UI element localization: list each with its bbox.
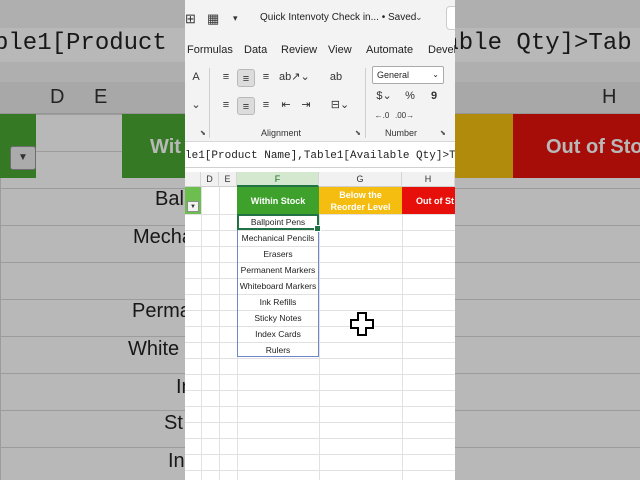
decrease-indent-icon[interactable]: ⇤ — [277, 96, 295, 114]
alignment-dialog-launcher-icon[interactable]: ⬊ — [355, 129, 361, 137]
formula-bar[interactable]: le1[Product Name],Table1[Available Qty]>… — [185, 146, 455, 168]
column-header-f[interactable]: F — [237, 172, 319, 187]
gridline — [185, 342, 455, 343]
increase-indent-icon[interactable]: ⇥ — [297, 96, 315, 114]
align-center-icon[interactable]: ≡ — [237, 97, 255, 115]
filter-dropdown-icon[interactable]: ▼ — [187, 201, 199, 212]
cell-select-cursor-icon — [350, 312, 374, 336]
gridline — [185, 438, 455, 439]
ribbon-tabs: Formulas Data Review View Automate Devel — [185, 38, 455, 62]
column-header-d[interactable]: D — [201, 172, 219, 187]
decrease-decimal-icon[interactable]: .00→ — [395, 107, 414, 125]
video-frame: ble1[Product lable Qty]>Tab D E H ▼ Wit … — [0, 0, 640, 480]
tab-view[interactable]: View — [328, 44, 352, 56]
font-size-increase-icon[interactable]: A — [187, 68, 205, 86]
column-headers: D E F G H — [185, 172, 455, 187]
gridline — [185, 262, 455, 263]
grid-icon[interactable]: ⊞ — [185, 11, 196, 27]
list-item[interactable]: Erasers — [237, 246, 319, 262]
column-header-h[interactable]: H — [402, 172, 455, 187]
align-middle-icon[interactable]: ≡ — [237, 69, 255, 87]
align-left-icon[interactable]: ≡ — [217, 96, 235, 114]
chevron-down-icon: ⌄ — [432, 70, 439, 79]
number-format-select[interactable]: General ⌄ — [372, 66, 444, 84]
wrap-text-icon[interactable]: ab — [327, 68, 345, 86]
list-item[interactable]: Whiteboard Markers — [237, 278, 319, 294]
gridline — [185, 246, 455, 247]
list-item[interactable]: Mechanical Pencils — [237, 230, 319, 246]
list-item[interactable]: Sticky Notes — [237, 310, 319, 326]
alignment-group-label: Alignment — [261, 128, 302, 138]
customize-toolbar-icon[interactable]: ▾ — [233, 13, 238, 24]
column-header-g[interactable]: G — [319, 172, 402, 187]
align-top-icon[interactable]: ≡ — [217, 68, 235, 86]
currency-format-icon[interactable]: $⌄ — [373, 87, 395, 105]
bg-dim-right — [455, 0, 640, 480]
tab-formulas[interactable]: Formulas — [187, 44, 233, 56]
list-item-selected[interactable]: Ballpoint Pens — [237, 214, 321, 232]
column-header-partial[interactable] — [185, 172, 201, 187]
excel-app-icon[interactable]: ▦ — [207, 11, 219, 27]
ribbon-separator — [209, 68, 210, 138]
below-reorder-header[interactable]: Below the Reorder Level — [319, 187, 402, 214]
workbook-title[interactable]: Quick Intenvoty Check in... • Saved — [260, 12, 416, 23]
orientation-icon[interactable]: ab↗⌄ — [279, 68, 310, 86]
tab-data[interactable]: Data — [244, 44, 267, 56]
ribbon: A ⌄ ≡ ≡ ≡ ab↗⌄ ≡ ≡ ≡ ⇤ ⇥ ab ⊟⌄ Alignment… — [185, 62, 455, 142]
number-group-label: Number — [385, 128, 418, 138]
gridline — [185, 470, 455, 471]
font-dialog-launcher-icon[interactable]: ⬊ — [200, 129, 206, 137]
out-of-stock-header[interactable]: Out of St — [402, 187, 455, 214]
gridline — [185, 294, 455, 295]
gridline — [185, 278, 455, 279]
tab-review[interactable]: Review — [281, 44, 317, 56]
gridline — [185, 406, 455, 407]
worksheet-grid[interactable]: ▼ Within Stock Below the Reorder Level O… — [185, 187, 455, 480]
partial-header-cell[interactable]: ▼ — [185, 187, 201, 214]
within-stock-header[interactable]: Within Stock — [237, 187, 319, 214]
gridline — [185, 214, 455, 215]
excel-window: ⊞ ▦ ▾ Quick Intenvoty Check in... • Save… — [185, 0, 455, 480]
save-status: • Saved — [381, 12, 417, 23]
merge-center-icon[interactable]: ⊟⌄ — [327, 96, 353, 114]
list-item[interactable]: Permanent Markers — [237, 262, 319, 278]
gridline — [185, 374, 455, 375]
formula-text[interactable]: le1[Product Name],Table1[Available Qty]>… — [185, 150, 455, 162]
tab-developer[interactable]: Devel — [428, 44, 455, 56]
bg-dim-left — [0, 0, 185, 480]
search-box[interactable] — [446, 6, 455, 30]
title-bar: ⊞ ▦ ▾ Quick Intenvoty Check in... • Save… — [185, 0, 455, 38]
list-item[interactable]: Rulers — [237, 342, 319, 358]
gridline — [185, 454, 455, 455]
align-bottom-icon[interactable]: ≡ — [257, 68, 275, 86]
gridline — [185, 358, 455, 359]
column-header-e[interactable]: E — [219, 172, 237, 187]
tab-automate[interactable]: Automate — [366, 44, 413, 56]
gridline — [185, 326, 455, 327]
percent-style-icon[interactable]: % — [401, 87, 419, 105]
gridline — [185, 390, 455, 391]
gridline — [185, 422, 455, 423]
list-item[interactable]: Ink Refills — [237, 294, 319, 310]
font-dropdown-chevron-icon[interactable]: ⌄ — [187, 96, 205, 114]
chevron-down-icon[interactable]: ⌄ — [415, 12, 423, 23]
align-right-icon[interactable]: ≡ — [257, 96, 275, 114]
gridline — [185, 310, 455, 311]
number-dialog-launcher-icon[interactable]: ⬊ — [440, 129, 446, 137]
increase-decimal-icon[interactable]: ←.0 — [373, 107, 391, 125]
comma-style-icon[interactable]: 9 — [425, 87, 443, 105]
list-item[interactable]: Index Cards — [237, 326, 319, 342]
ribbon-separator — [365, 68, 366, 138]
